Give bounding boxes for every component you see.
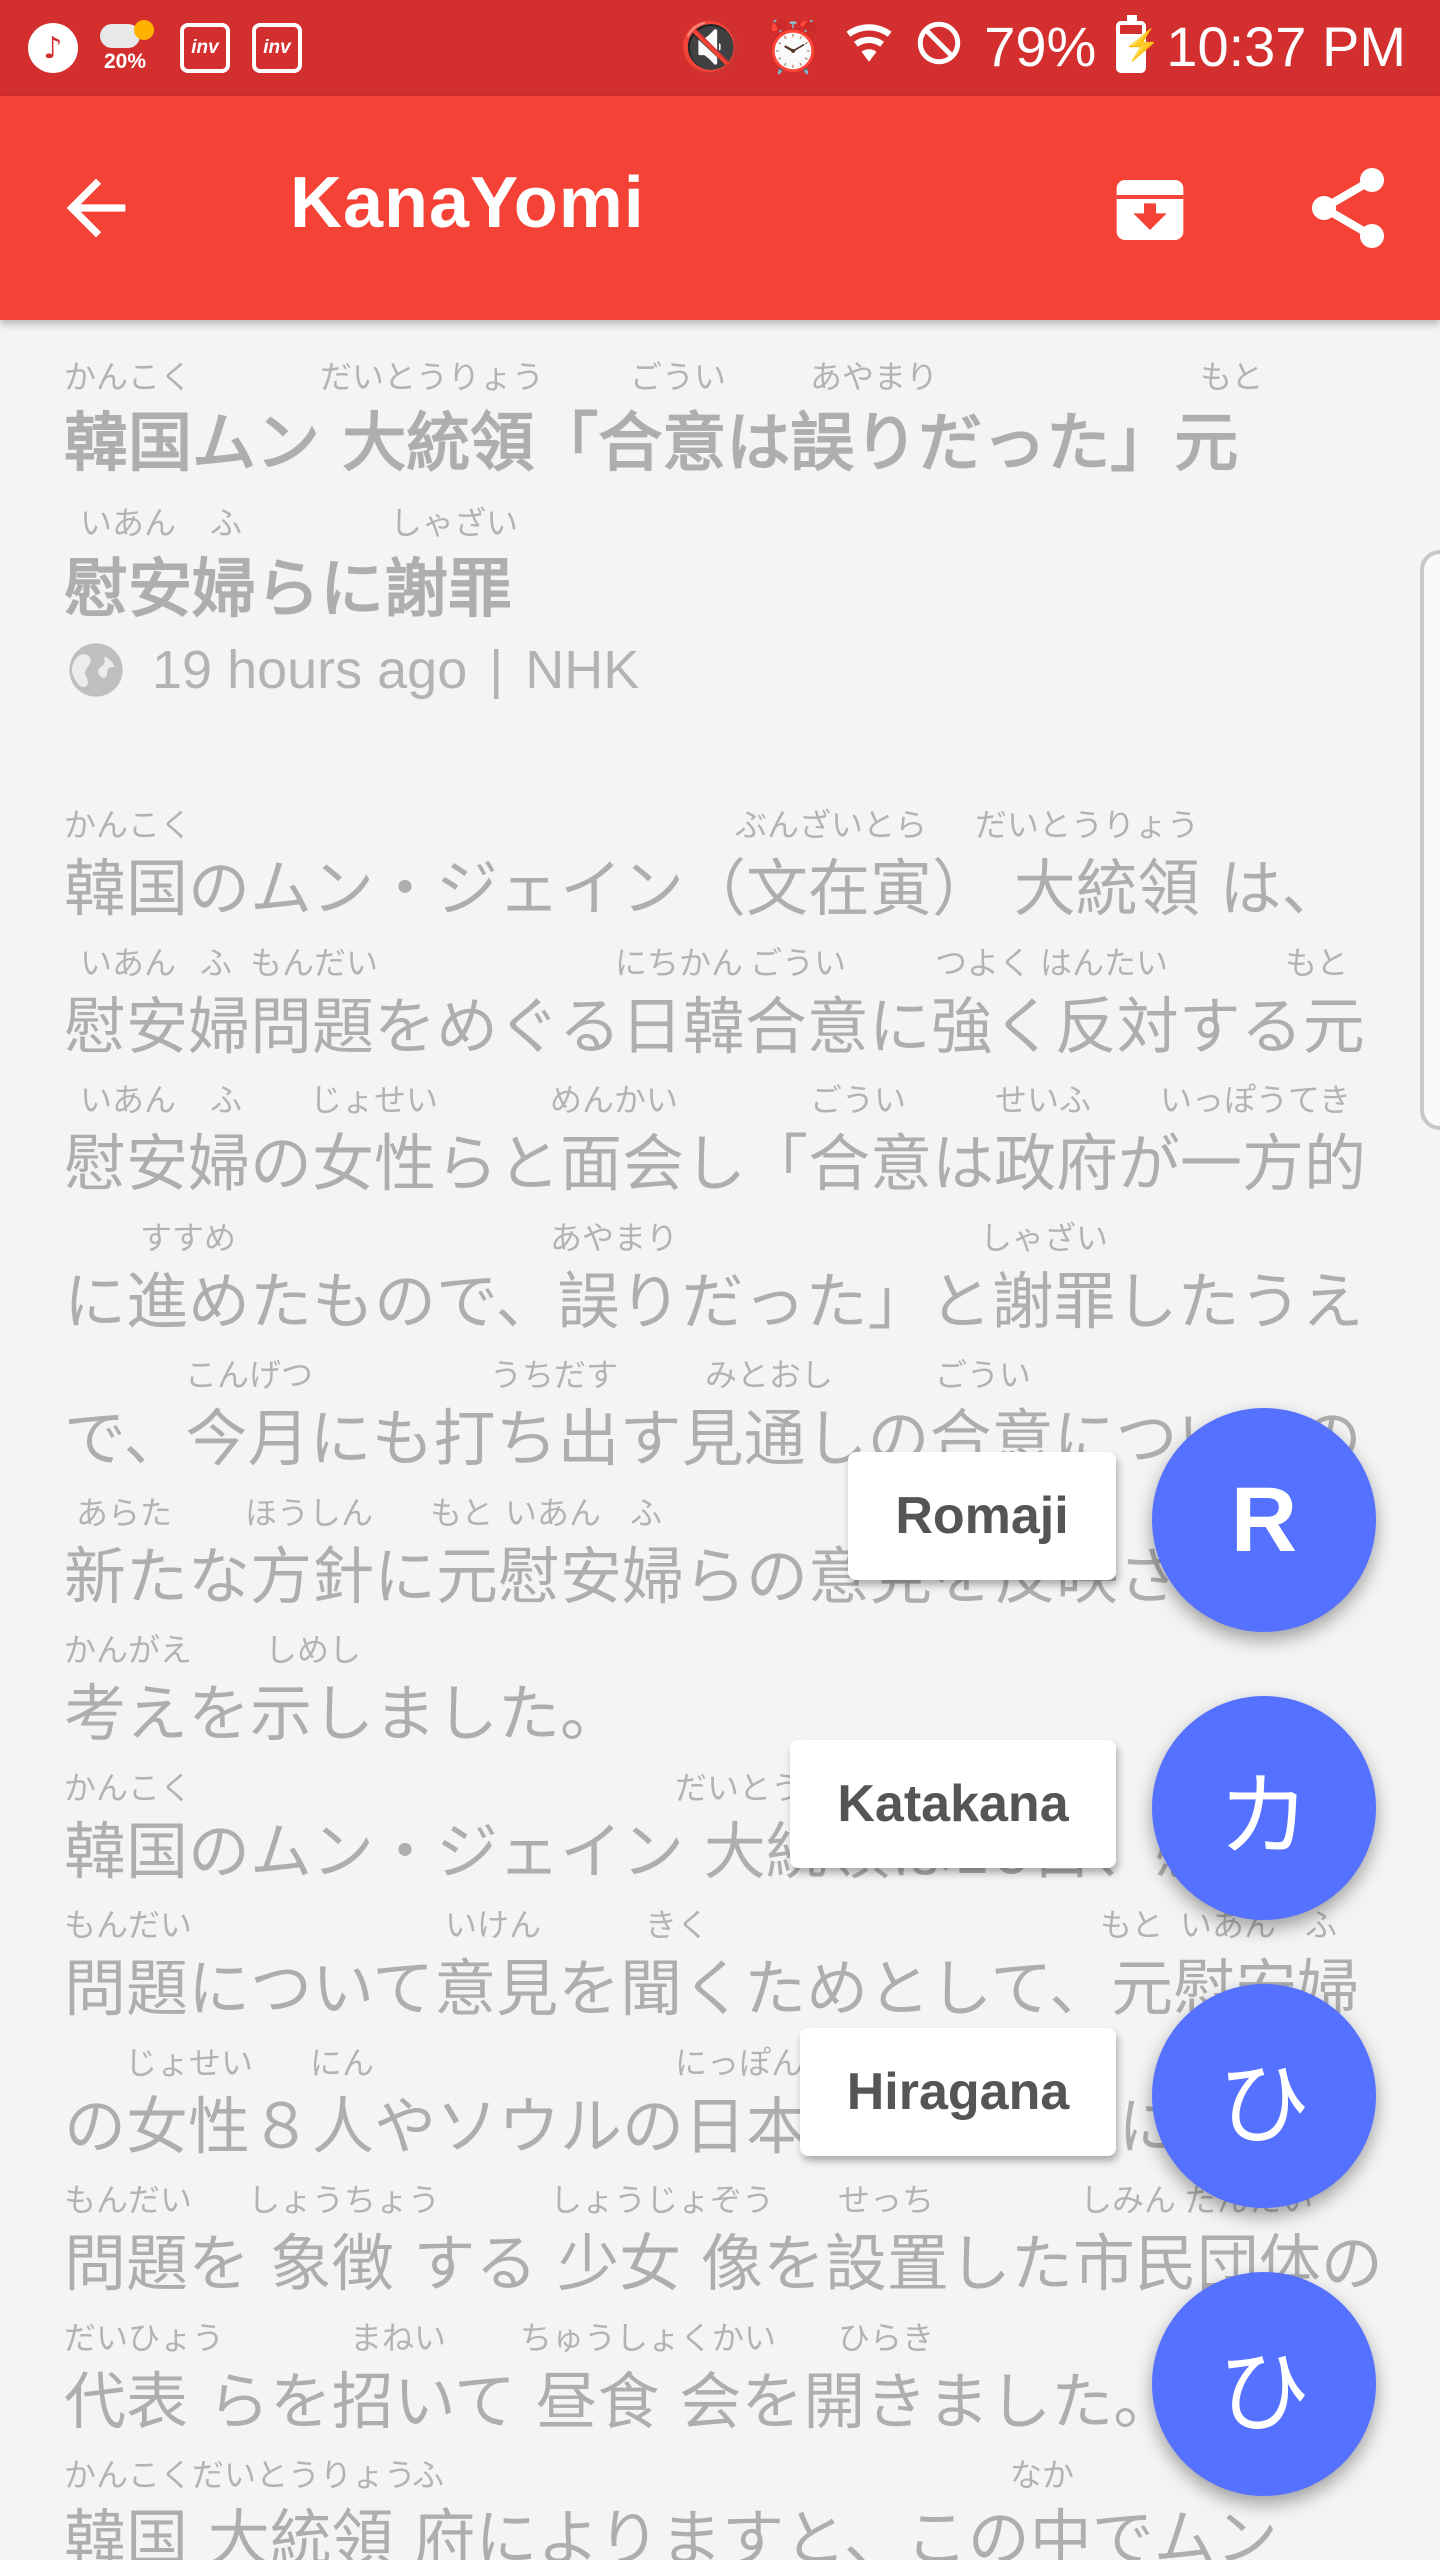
body-line: 考えを示しました。 [64, 1677, 623, 1750]
clock: 10:37 PM [1166, 15, 1406, 78]
inv-icon: inv [252, 23, 302, 73]
mute-icon: 🔇 [679, 18, 742, 75]
music-icon: ♪ [28, 23, 78, 73]
archive-icon [1116, 180, 1184, 240]
edge-panel-handle[interactable] [1420, 550, 1440, 1130]
body-line: 問題を 象徴 する 少女 像を設置した市民団体の [64, 2227, 1383, 2300]
inv-icon: inv [180, 23, 230, 73]
battery-charging-icon: ⚡ [1116, 14, 1161, 73]
katakana-fab[interactable]: カ [1152, 1696, 1376, 1920]
body-line: の女性８人やソウルの日本大使館の前にある [64, 2089, 1305, 2163]
globe-icon [69, 643, 123, 697]
share-button[interactable] [1300, 160, 1396, 256]
article-meta: 19 hours ago | NHK [64, 638, 639, 702]
body-line: に進めたもので、誤りだった」と謝罪したうえ [64, 1264, 1364, 1338]
arrow-back-icon [66, 178, 126, 238]
meta-separator: | [489, 640, 504, 700]
headline-line: 慰安婦らに謝罪 [64, 553, 512, 627]
app-title: KanaYomi [290, 163, 645, 243]
status-bar: ♪ 20% inv inv 🔇 ⏰ 79% ⚡ 10:37 PM [0, 0, 1440, 96]
headline-line: 韓国ムン 大統領「合意は誤りだった」元 [64, 407, 1239, 481]
body-line: 慰安婦問題をめぐる日韓合意に強く反対する元 [64, 989, 1365, 1063]
katakana-label[interactable]: Katakana [790, 1740, 1116, 1868]
weather-icon: 20% [100, 20, 158, 76]
romaji-label[interactable]: Romaji [848, 1452, 1116, 1580]
body-line: 慰安婦の女性らと面会し「合意は政府が一方的 [64, 1127, 1367, 1200]
body-line: 代表 らを招いて 昼食 会を開きました。 [64, 2364, 1176, 2438]
app-bar: KanaYomi [0, 96, 1440, 320]
body-line: 韓国のムン・ジェイン（文在寅） 大統領 は、 [64, 852, 1344, 925]
do-not-disturb-icon [914, 18, 964, 76]
body-line: 新たな方針に元慰安婦らの意見を反映させる [64, 1539, 1305, 1613]
main-fab[interactable]: ひ [1152, 2272, 1376, 2496]
weather-percent: 20% [104, 50, 147, 73]
article-time: 19 hours ago [152, 640, 468, 700]
article-source: NHK [525, 640, 640, 700]
hiragana-fab[interactable]: ひ [1152, 1984, 1376, 2208]
romaji-fab[interactable]: R [1152, 1408, 1376, 1632]
back-button[interactable] [52, 164, 140, 252]
wifi-icon [844, 18, 894, 76]
body-line: 韓国 大統領 府によりますと、この中でムン [64, 2502, 1278, 2560]
body-line: 問題について意見を聞くためとして、元慰安婦 [64, 1952, 1360, 2025]
archive-button[interactable] [1110, 170, 1190, 250]
battery-percent: 79% [984, 15, 1097, 78]
hiragana-label[interactable]: Hiragana [800, 2028, 1116, 2156]
alarm-icon: ⏰ [761, 18, 825, 75]
body-line: 韓国のムン・ジェイン 大統領は16日、慰安婦 [64, 1814, 1341, 1888]
share-icon [1312, 168, 1384, 248]
